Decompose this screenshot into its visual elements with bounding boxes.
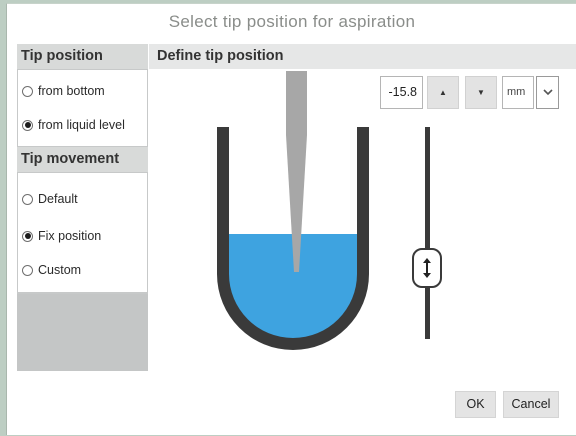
- tip-position-dialog: Select tip position for aspiration Tip p…: [6, 3, 576, 435]
- position-slider-track: [425, 127, 430, 339]
- cancel-button[interactable]: Cancel: [503, 391, 559, 418]
- double-arrow-vertical-icon: [423, 258, 431, 278]
- tip-illustration: [217, 71, 430, 350]
- position-slider-handle[interactable]: [412, 248, 442, 288]
- ok-button[interactable]: OK: [455, 391, 496, 418]
